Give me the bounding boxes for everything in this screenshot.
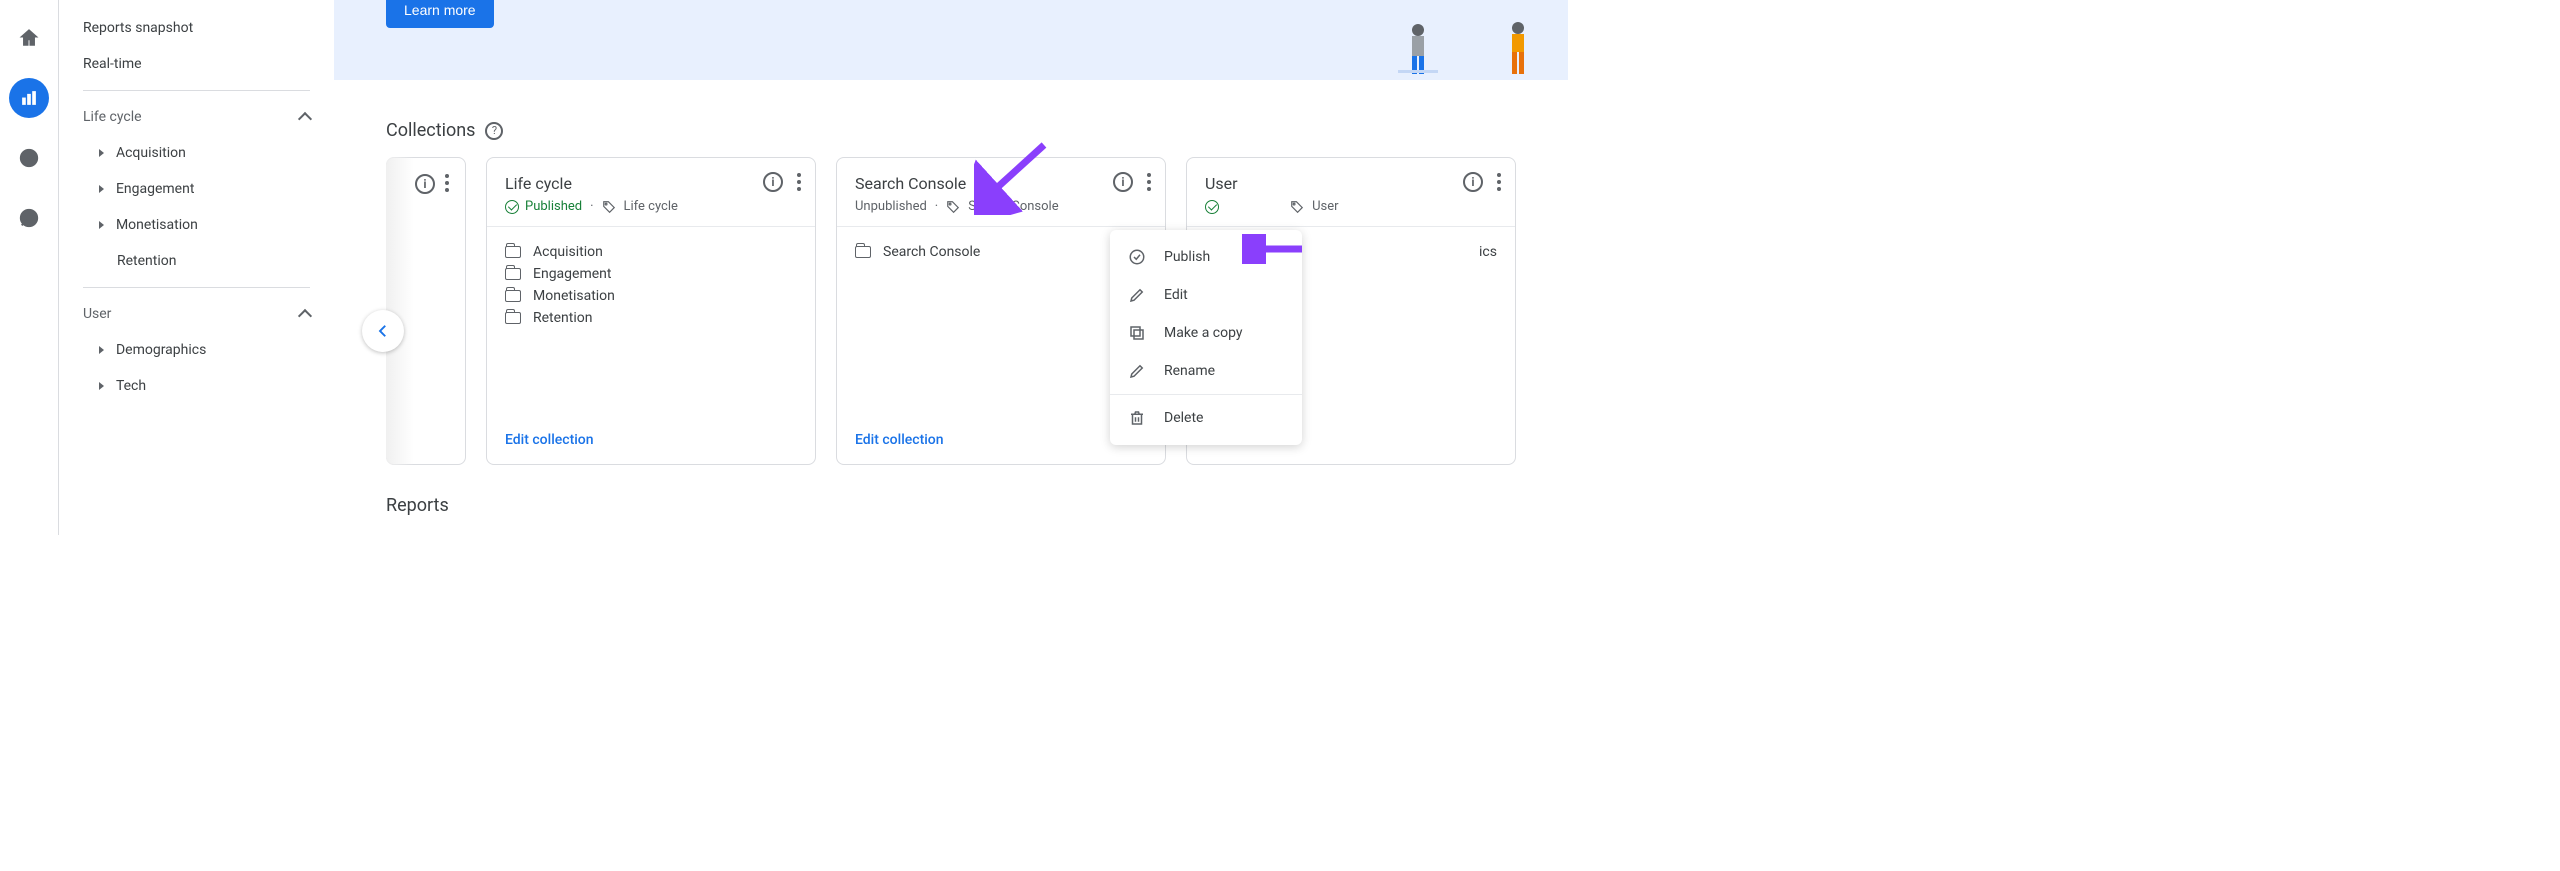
banner: Learn more [334,0,1568,80]
chevron-up-icon [298,309,312,323]
caret-icon [99,221,104,229]
sidebar-group-user[interactable]: User [59,296,334,332]
help-icon[interactable]: ? [485,122,503,140]
nav-rail [0,0,59,535]
list-item[interactable]: Search Console [855,241,1147,263]
explore-icon[interactable] [9,138,49,178]
folder-icon [505,312,521,324]
tag-icon [946,200,960,214]
card-title: Search Console [855,174,1147,193]
more-icon[interactable] [797,173,801,191]
sidebar-item-tech[interactable]: Tech [59,368,334,404]
copy-icon [1128,324,1146,342]
folder-icon [855,246,871,258]
info-icon[interactable]: i [1113,172,1133,192]
sidebar: Reports snapshot Real-time Life cycle Ac… [59,0,334,535]
folder-icon [505,246,521,258]
info-icon[interactable]: i [415,174,435,194]
advertising-icon[interactable] [9,198,49,238]
list-item[interactable]: Acquisition [505,241,797,263]
main-content: Learn more Collections ? i Life cycle [334,0,1568,535]
edit-collection-link[interactable]: Edit collection [505,432,594,448]
sidebar-item-realtime[interactable]: Real-time [59,46,334,82]
status-badge: Unpublished [855,199,927,214]
delete-icon [1128,409,1146,427]
sidebar-item-engagement[interactable]: Engagement [59,171,334,207]
collection-card-partial[interactable]: i [386,157,466,465]
sidebar-item-demographics[interactable]: Demographics [59,332,334,368]
sidebar-group-lifecycle[interactable]: Life cycle [59,99,334,135]
info-icon[interactable]: i [1463,172,1483,192]
divider [1110,394,1302,395]
sidebar-item-monetisation[interactable]: Monetisation [59,207,334,243]
more-icon[interactable] [1497,173,1501,191]
check-icon [505,200,519,214]
learn-more-button[interactable]: Learn more [386,0,494,28]
publish-icon [1128,248,1146,266]
sidebar-item-acquisition[interactable]: Acquisition [59,135,334,171]
sidebar-item-retention[interactable]: Retention [59,243,334,279]
collections-row: i Life cycle Published · Life cycle i [334,157,1568,495]
caret-icon [99,185,104,193]
sidebar-group-label: Life cycle [83,109,142,125]
caret-icon [99,149,104,157]
menu-item-make-copy[interactable]: Make a copy [1110,314,1302,352]
card-title: Life cycle [505,174,797,193]
illustration [1398,20,1538,80]
caret-icon [99,346,104,354]
scroll-left-button[interactable] [362,310,404,352]
sidebar-group-label: User [83,306,111,322]
card-overflow-menu: Publish Edit Make a copy Rename Delete [1110,230,1302,445]
check-icon [1205,200,1219,214]
card-title: User [1205,174,1497,193]
tag-icon [602,200,616,214]
menu-item-publish[interactable]: Publish [1110,238,1302,276]
list-item[interactable]: Monetisation [505,285,797,307]
list-item[interactable]: Engagement [505,263,797,285]
reports-icon[interactable] [9,78,49,118]
menu-item-delete[interactable]: Delete [1110,399,1302,437]
more-icon[interactable] [1147,173,1151,191]
folder-icon [505,290,521,302]
info-icon[interactable]: i [763,172,783,192]
divider [83,90,310,91]
status-badge: Published [505,199,582,214]
collection-card-lifecycle: Life cycle Published · Life cycle i Acqu… [486,157,816,465]
menu-item-rename[interactable]: Rename [1110,352,1302,390]
list-item[interactable]: Retention [505,307,797,329]
edit-icon [1128,286,1146,304]
rename-icon [1128,362,1146,380]
divider [83,287,310,288]
tag-icon [1290,200,1304,214]
folder-icon [505,268,521,280]
reports-heading: Reports [334,495,1568,516]
chevron-up-icon [298,112,312,126]
status-badge: Published [1205,199,1282,214]
home-icon[interactable] [9,18,49,58]
sidebar-item-reports-snapshot[interactable]: Reports snapshot [59,10,334,46]
menu-item-edit[interactable]: Edit [1110,276,1302,314]
more-icon[interactable] [445,174,449,192]
caret-icon [99,382,104,390]
collections-heading: Collections ? [334,120,1568,141]
edit-collection-link[interactable]: Edit collection [855,432,944,448]
